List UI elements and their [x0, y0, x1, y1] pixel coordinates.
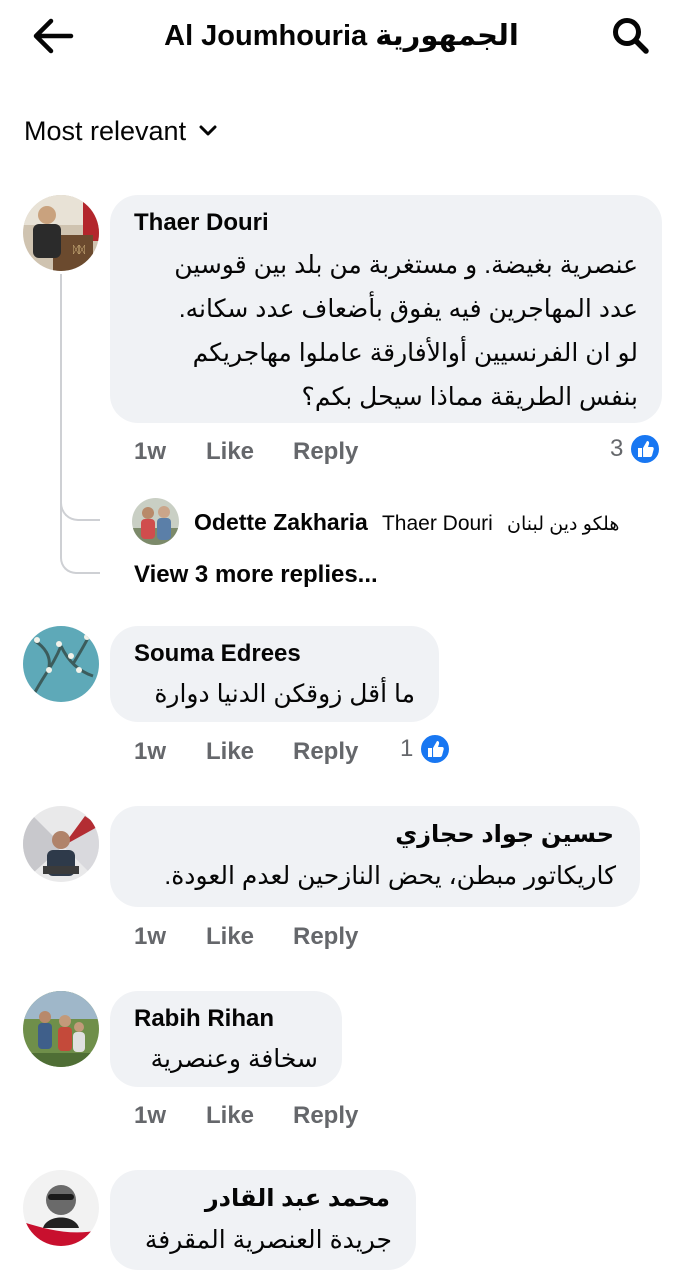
sort-label: Most relevant: [24, 115, 187, 146]
comment-actions: 1w Like Reply: [134, 435, 358, 469]
comment-actions: 1w Like Reply: [134, 1099, 358, 1133]
comment-author[interactable]: Rabih Rihan: [134, 1005, 274, 1033]
comment-text-line: بنفس الطريقة مماذا سيحل بكم؟: [301, 383, 638, 411]
reply-connector: [60, 274, 100, 521]
page-title: Al Joumhouria الجمهورية: [164, 20, 519, 52]
comment-text-line: لو ان الفرنسيين أوالأفارقة عاملوا مهاجري…: [192, 339, 638, 367]
comment-author[interactable]: حسين جواد حجازي: [395, 820, 614, 849]
reaction-count: 1: [400, 735, 414, 762]
comment-text-line: ما أقل زوقكن الدنيا دوارة: [154, 680, 415, 708]
comment-author[interactable]: محمد عبد القادر: [205, 1184, 390, 1213]
comment-actions: 1w Like Reply: [134, 735, 358, 769]
reply-text: هلكو دين لبنان: [506, 514, 620, 535]
avatar-rabih-rihan[interactable]: [23, 991, 99, 1067]
reply-author: Odette Zakharia: [194, 509, 368, 535]
comment-bubble: محمد عبد القادر جريدة العنصرية المقرفة: [110, 1170, 416, 1270]
search-icon: [613, 18, 649, 54]
comment-bubble: حسين جواد حجازي كاريكاتور مبطن، يحض النا…: [110, 806, 640, 907]
comment-actions: 1w Like Reply: [134, 920, 358, 954]
reply-button[interactable]: Reply: [293, 923, 358, 951]
reaction-summary[interactable]: 3: [610, 432, 662, 466]
view-more-replies-link[interactable]: View 3 more replies...: [134, 561, 378, 589]
like-reaction-icon: [419, 733, 452, 765]
comment-text-line: عنصرية بغيضة. و مستغربة من بلد بين قوسين: [174, 251, 638, 279]
like-button[interactable]: Like: [206, 923, 293, 951]
comment-bubble: Souma Edrees ما أقل زوقكن الدنيا دوارة: [110, 626, 439, 722]
svg-text:ᛞᛞ: ᛞᛞ: [73, 245, 85, 256]
comment-time[interactable]: 1w: [134, 923, 206, 951]
comment-text-line: كاريكاتور مبطن، يحض النازحين لعدم العودة…: [164, 862, 616, 890]
sort-dropdown[interactable]: Most relevant: [24, 112, 218, 150]
comment-time[interactable]: 1w: [134, 1102, 206, 1130]
avatar-mohammad-abdulkader[interactable]: [23, 1170, 99, 1246]
avatar-souma-edrees[interactable]: [23, 626, 99, 702]
avatar-hussein-hijazi[interactable]: [23, 806, 99, 882]
like-button[interactable]: Like: [206, 438, 293, 466]
comment-text-line: عدد المهاجرين فيه يفوق بأضعاف عدد سكانه.: [178, 295, 638, 323]
back-button[interactable]: [28, 14, 78, 58]
reply-button[interactable]: Reply: [293, 438, 358, 466]
arrow-left-icon: [33, 18, 74, 54]
avatar-thaer-douri[interactable]: ᛞᛞ: [23, 195, 99, 271]
comment-time[interactable]: 1w: [134, 738, 206, 766]
like-reaction-icon: [629, 433, 662, 465]
reply-button[interactable]: Reply: [293, 738, 358, 766]
top-bar: Al Joumhouria الجمهورية: [0, 0, 683, 72]
comment-time[interactable]: 1w: [134, 438, 206, 466]
comment-bubble: Thaer Douri عنصرية بغيضة. و مستغربة من ب…: [110, 195, 662, 423]
reply-button[interactable]: Reply: [293, 1102, 358, 1130]
reply-preview[interactable]: Odette Zakharia Thaer Douri هلكو دين لبن…: [194, 509, 619, 536]
like-button[interactable]: Like: [206, 1102, 293, 1130]
comment-bubble: Rabih Rihan سخافة وعنصرية: [110, 991, 342, 1087]
comment-text-line: سخافة وعنصرية: [150, 1045, 318, 1073]
comment-text-line: جريدة العنصرية المقرفة: [144, 1226, 392, 1254]
reply-mention: Thaer Douri: [381, 512, 493, 535]
search-button[interactable]: [606, 14, 656, 58]
comment-author[interactable]: Thaer Douri: [134, 209, 269, 237]
comment-author[interactable]: Souma Edrees: [134, 640, 301, 668]
chevron-down-icon: [199, 125, 217, 136]
avatar-odette-zakharia[interactable]: [132, 498, 179, 545]
like-button[interactable]: Like: [206, 738, 293, 766]
reaction-summary[interactable]: 1: [400, 732, 452, 766]
reaction-count: 3: [610, 435, 624, 462]
